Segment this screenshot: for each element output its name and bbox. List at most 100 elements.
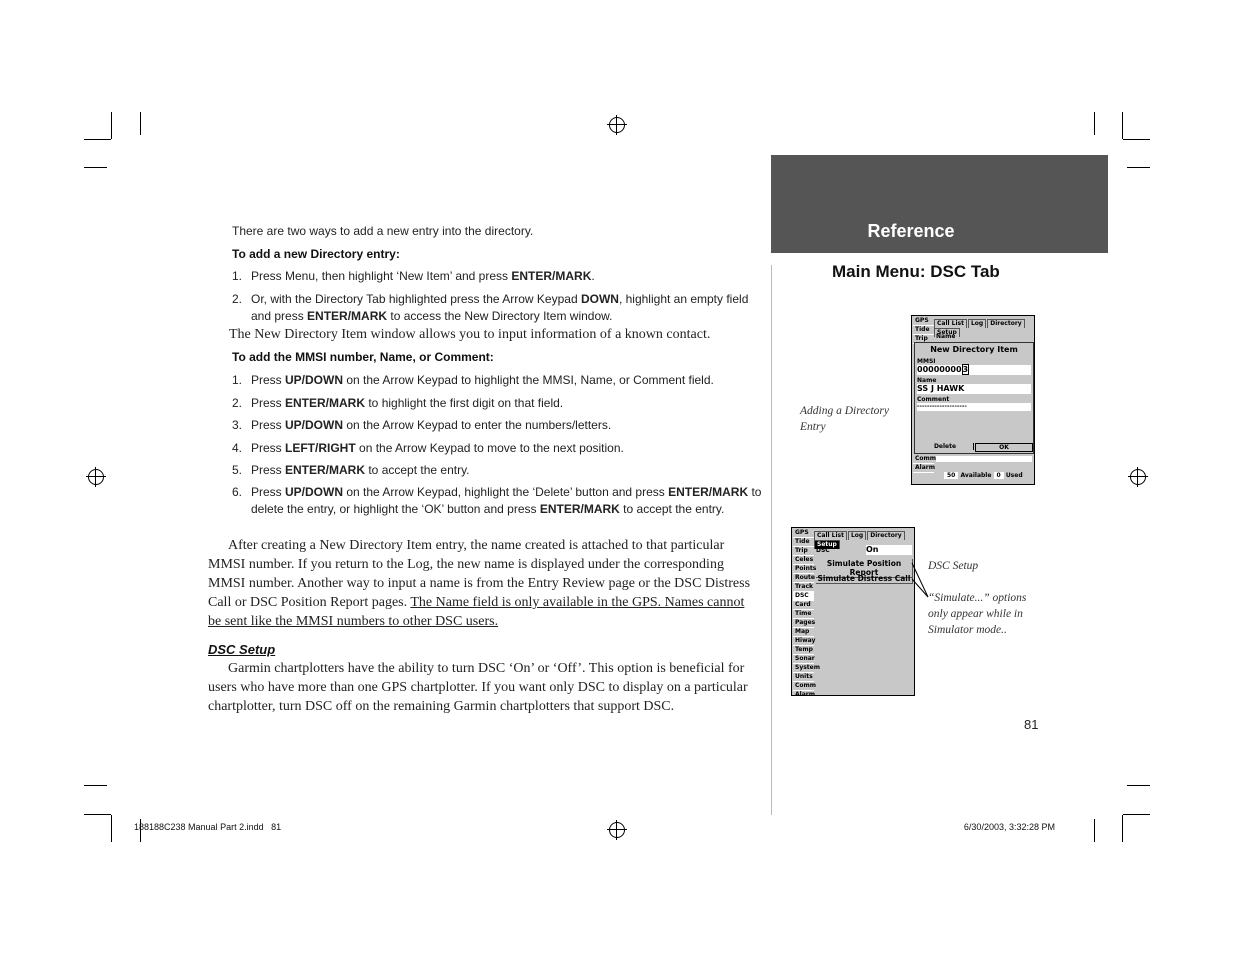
step: 6. Press UP/DOWN on the Arrow Keypad, hig…	[232, 484, 762, 518]
mmsi-heading: To add the MMSI number, Name, or Comment…	[232, 350, 494, 364]
simulator-note: “Simulate...” options only appear while …	[928, 592, 1027, 636]
side-tab: Map	[793, 628, 814, 637]
step-number: 1.	[232, 269, 243, 283]
field-label: MMSI	[917, 358, 936, 365]
step-text: Press	[251, 441, 286, 455]
side-tab: Tide	[913, 326, 934, 335]
crop-mark	[84, 814, 111, 815]
step: 3. Press UP/DOWN on the Arrow Keypad to e…	[232, 417, 762, 434]
step-number: 4.	[232, 441, 243, 455]
step-text: to access the New Directory Item window.	[387, 309, 613, 323]
tab: Call List	[934, 319, 967, 328]
tab: Call List	[814, 531, 847, 540]
key-name: ENTER/MARK	[668, 485, 749, 499]
field-label: Name	[917, 377, 937, 384]
field-value: 00000000	[917, 365, 962, 374]
side-tab: Route	[793, 574, 815, 583]
simulate-distress-call-button: Simulate Distress Call	[816, 574, 913, 584]
step: 2. Press ENTER/MARK to highlight the firs…	[232, 395, 762, 412]
footer-date: 6/30/2003, 3:32:28 PM	[963, 822, 1055, 832]
footer-file: 188188C238 Manual Part 2.indd 81	[134, 822, 282, 832]
registration-mark-icon	[607, 820, 627, 840]
dsc-setup-heading: DSC Setup	[208, 642, 276, 657]
tab: Log	[847, 531, 867, 540]
dialog-title: New Directory Item	[930, 345, 1018, 354]
step-number: 6.	[232, 485, 243, 499]
page-number: 81	[1024, 717, 1039, 732]
page-title: Main Menu: DSC Tab	[832, 262, 1000, 281]
key-name: ENTER/MARK	[285, 463, 366, 477]
key-name: ENTER/MARK	[307, 309, 388, 323]
name-paragraph: After creating a New Directory Item entr…	[208, 536, 760, 631]
step-text: Press	[251, 485, 286, 499]
step-number: 5.	[232, 463, 243, 477]
crop-mark	[1094, 819, 1095, 842]
side-tabs: GPS Tide Trip Celes Points Route Track DSC Card T…	[793, 529, 820, 700]
tab: Directory	[987, 319, 1025, 328]
side-tab: Hiway	[793, 637, 816, 646]
available-count: 50	[944, 472, 959, 479]
dsc-label: DSC	[816, 547, 830, 554]
dsc-paragraph: Garmin chartplotters have the ability to…	[208, 661, 748, 714]
key-name: ENTER/MARK	[285, 396, 366, 410]
cursor: 3	[961, 364, 970, 375]
side-tab: Card	[793, 601, 814, 610]
new-directory-item-screenshot: GPS Tide Trip Call List Log DirectorySetup…	[911, 315, 1035, 485]
step-text: to accept the entry.	[365, 463, 470, 477]
step-text: on the Arrow Keypad to move to the next …	[355, 441, 624, 455]
entry-heading: To add a new Directory entry:	[232, 247, 400, 261]
step-number: 2.	[232, 292, 243, 306]
crop-mark	[84, 785, 107, 786]
crop-mark	[1094, 112, 1095, 135]
step-text: Press	[251, 463, 286, 477]
comm-field	[936, 456, 1032, 462]
step: 5. Press ENTER/MARK to accept the entry.	[232, 462, 762, 479]
ok-button[interactable]: OK	[975, 443, 1033, 452]
crop-mark	[1123, 139, 1150, 140]
side-tabs-bottom: Comm Alarm	[913, 455, 936, 473]
count-row: 50 Available 0 Used	[944, 472, 1023, 479]
used-label: Used	[1005, 472, 1023, 479]
step: 1. Press UP/DOWN on the Arrow Keypad to h…	[232, 372, 762, 389]
step-text: on the Arrow Keypad to highlight the MMS…	[343, 373, 714, 387]
side-tabs: GPS Tide Trip	[913, 317, 934, 344]
available-label: Available	[960, 472, 992, 479]
name-field[interactable]: SS J HAWK	[917, 384, 1031, 394]
step-text: Press	[251, 373, 286, 387]
side-tab: Alarm	[913, 464, 935, 473]
crop-mark	[111, 815, 112, 842]
key-name: UP/DOWN	[285, 373, 344, 387]
crop-mark	[84, 139, 111, 140]
side-tab: Units	[793, 673, 814, 682]
intro-text: There are two ways to add a new entry in…	[232, 224, 534, 238]
step-text: to accept the entry.	[619, 502, 725, 516]
side-tab: System	[793, 664, 820, 673]
step-text: Or, with the Directory Tab highlighted p…	[251, 292, 581, 306]
side-tab: Tide	[793, 538, 814, 547]
registration-mark-icon	[1128, 467, 1148, 487]
side-tab: GPS	[793, 529, 814, 538]
key-name: DOWN	[580, 292, 619, 306]
field-label: Comment	[917, 396, 950, 403]
crop-mark	[111, 112, 112, 139]
side-tab: DSC	[793, 592, 814, 601]
crop-mark	[84, 167, 107, 168]
crop-mark	[140, 112, 141, 135]
dsc-setup-screenshot: GPS Tide Trip Celes Points Route Track DSC Card T…	[791, 527, 915, 700]
comment-field[interactable]: --------------------	[917, 403, 1031, 411]
crop-mark	[1122, 815, 1123, 842]
step-text: Press	[251, 396, 286, 410]
crop-mark	[1122, 112, 1123, 139]
side-tab: GPS	[913, 317, 934, 326]
registration-mark-icon	[607, 115, 627, 135]
registration-mark-icon	[86, 467, 106, 487]
screenshot-caption: Adding a Directory Entry	[800, 405, 890, 433]
mmsi-field[interactable]: 000000003	[917, 364, 1031, 375]
tab: Directory	[867, 531, 905, 540]
step: 1. Press Menu, then highlight ‘New Item’ …	[232, 268, 762, 285]
delete-button[interactable]: Delete	[917, 443, 974, 450]
step-text: on the Arrow Keypad, highlight the ‘Dele…	[343, 485, 669, 499]
crop-mark	[1127, 785, 1150, 786]
step-text: Press	[251, 418, 286, 432]
manual-page: Reference Main Menu: DSC Tab There are t…	[0, 0, 1235, 954]
